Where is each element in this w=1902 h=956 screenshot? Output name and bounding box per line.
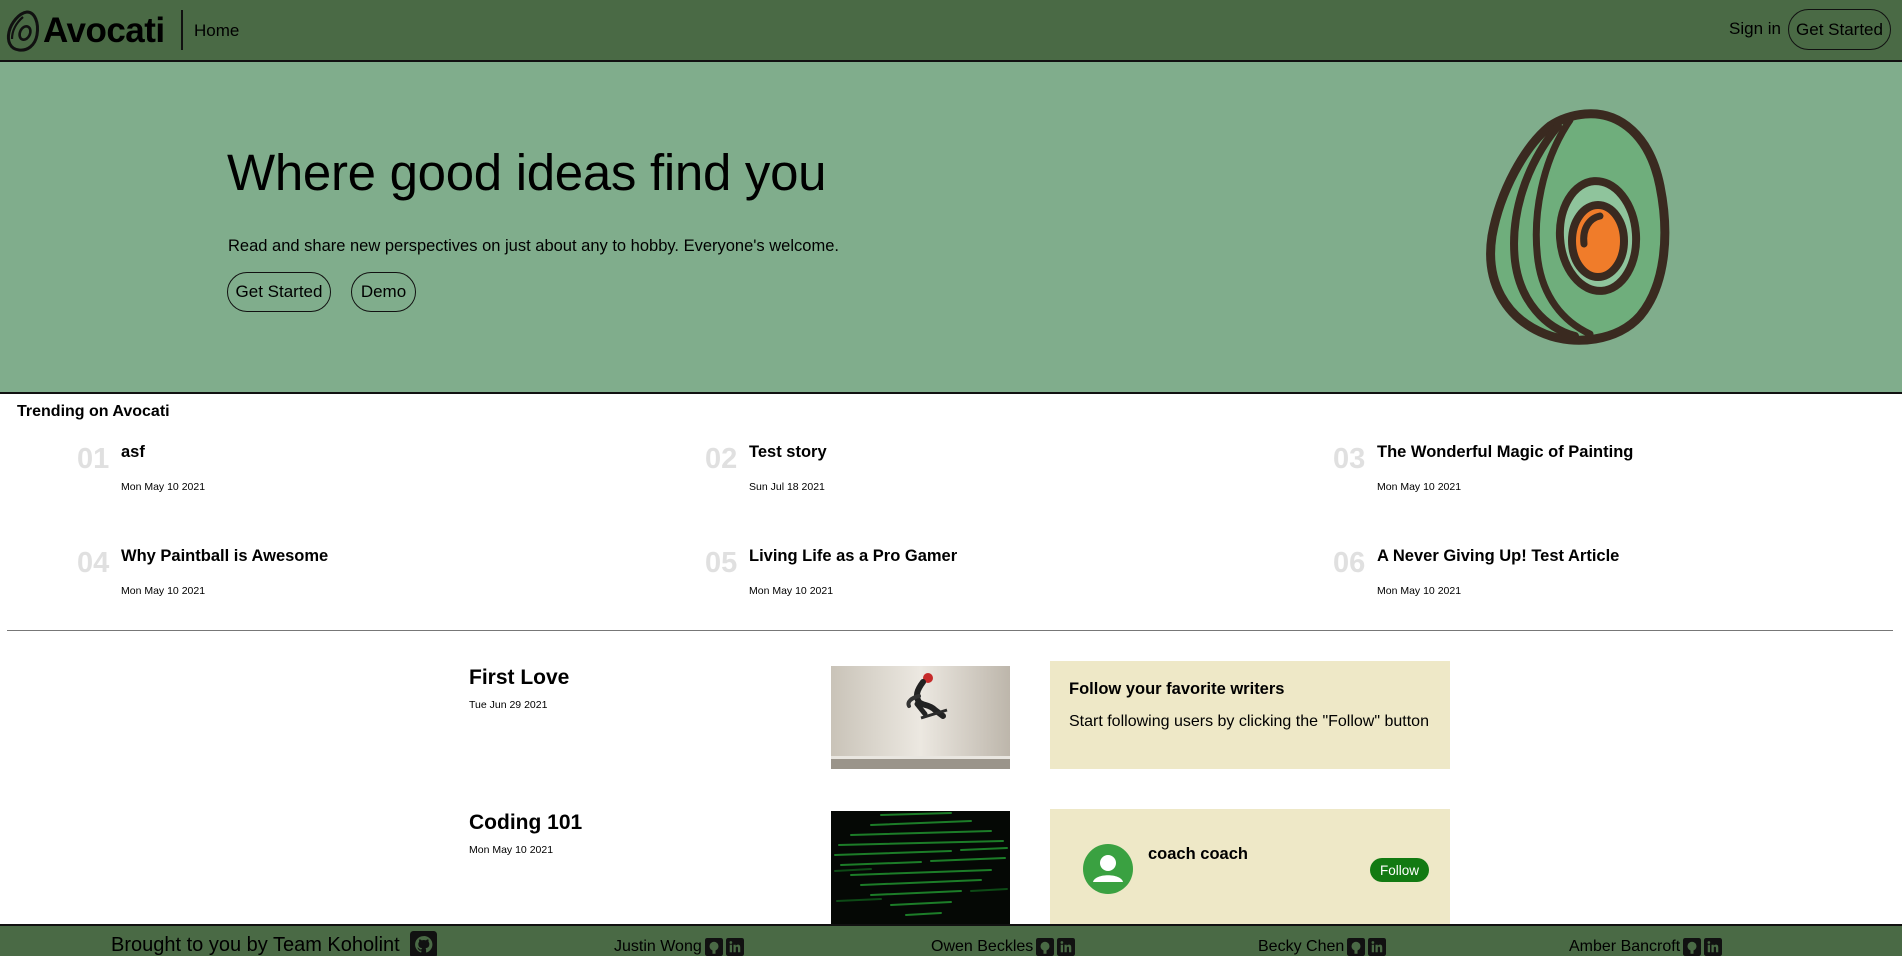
trending-item[interactable]: 03 The Wonderful Magic of Painting Mon M… bbox=[1333, 443, 1893, 513]
footer-brand: Brought to you by Team Koholint bbox=[111, 934, 400, 956]
avocado-logo-icon bbox=[6, 10, 39, 52]
footer-person-name: Owen Beckles bbox=[931, 938, 1034, 955]
trending-item-title[interactable]: A Never Giving Up! Test Article bbox=[1377, 547, 1619, 566]
linkedin-icon[interactable] bbox=[1057, 938, 1076, 956]
story-thumbnail[interactable] bbox=[831, 811, 1010, 924]
trending-item-title[interactable]: Why Paintball is Awesome bbox=[121, 547, 328, 566]
code-screen-photo bbox=[831, 811, 1010, 924]
footer-person-name: Justin Wong bbox=[614, 938, 702, 955]
trending-title: Trending on Avocati bbox=[17, 403, 170, 420]
section-divider bbox=[7, 630, 1893, 631]
github-icon[interactable] bbox=[1347, 938, 1366, 956]
trending-item[interactable]: 01 asf Mon May 10 2021 bbox=[77, 443, 637, 513]
github-icon[interactable] bbox=[1683, 938, 1702, 956]
nav-divider bbox=[181, 10, 183, 50]
trending-item-date: Mon May 10 2021 bbox=[121, 585, 206, 597]
follow-button[interactable]: Follow bbox=[1370, 858, 1429, 882]
trending-number: 02 bbox=[705, 443, 738, 475]
avocado-illustration-icon bbox=[1486, 109, 1670, 345]
top-navbar: Avocati Home Sign in Get Started bbox=[0, 0, 1902, 62]
logo[interactable]: Avocati bbox=[5, 9, 165, 53]
linkedin-icon[interactable] bbox=[1704, 938, 1723, 956]
linkedin-icon[interactable] bbox=[725, 938, 744, 956]
story-title[interactable]: First Love bbox=[469, 666, 569, 690]
skateboard-photo bbox=[831, 666, 1010, 769]
logo-text: Avocati bbox=[43, 11, 165, 50]
trending-item-title[interactable]: The Wonderful Magic of Painting bbox=[1377, 443, 1633, 462]
trending-number: 01 bbox=[77, 443, 110, 475]
hero-banner: Where good ideas find you Read and share… bbox=[0, 62, 1902, 394]
trending-item[interactable]: 05 Living Life as a Pro Gamer Mon May 10… bbox=[705, 547, 1265, 617]
footer-person: Becky Chen bbox=[1258, 938, 1387, 956]
hero-title: Where good ideas find you bbox=[227, 144, 827, 201]
trending-item-title[interactable]: asf bbox=[121, 443, 145, 462]
hero-get-started-button[interactable]: Get Started bbox=[227, 272, 331, 312]
user-icon bbox=[1093, 855, 1123, 882]
trending-item-date: Mon May 10 2021 bbox=[1377, 585, 1462, 597]
story-date: Tue Jun 29 2021 bbox=[469, 699, 548, 711]
trending-item-date: Sun Jul 18 2021 bbox=[749, 481, 825, 493]
hero-subtitle: Read and share new perspectives on just … bbox=[228, 237, 839, 255]
nav-get-started-button[interactable]: Get Started bbox=[1788, 9, 1891, 50]
trending-number: 05 bbox=[705, 547, 738, 579]
trending-item-title[interactable]: Test story bbox=[749, 443, 827, 462]
story-title[interactable]: Coding 101 bbox=[469, 811, 582, 835]
github-icon[interactable] bbox=[410, 931, 437, 956]
follow-writers-card: Follow your favorite writers Start follo… bbox=[1050, 661, 1450, 769]
demo-button[interactable]: Demo bbox=[351, 272, 416, 312]
trending-item-date: Mon May 10 2021 bbox=[121, 481, 206, 493]
github-icon[interactable] bbox=[1036, 938, 1055, 956]
follow-writers-text: Start following users by clicking the "F… bbox=[1069, 713, 1429, 730]
user-name[interactable]: coach coach bbox=[1148, 845, 1248, 864]
trending-number: 04 bbox=[77, 547, 110, 579]
footer-person: Justin Wong bbox=[614, 938, 744, 956]
avatar[interactable] bbox=[1083, 844, 1133, 894]
trending-item-date: Mon May 10 2021 bbox=[1377, 481, 1462, 493]
suggested-user-card: coach coach Follow bbox=[1050, 809, 1450, 924]
footer-person: Amber Bancroft bbox=[1569, 938, 1723, 956]
follow-writers-heading: Follow your favorite writers bbox=[1069, 680, 1285, 698]
sign-in-link[interactable]: Sign in bbox=[1729, 19, 1781, 39]
nav-home-link[interactable]: Home bbox=[194, 21, 239, 41]
story-thumbnail[interactable] bbox=[831, 666, 1010, 769]
trending-number: 03 bbox=[1333, 443, 1366, 475]
trending-number: 06 bbox=[1333, 547, 1366, 579]
trending-item-title[interactable]: Living Life as a Pro Gamer bbox=[749, 547, 957, 566]
linkedin-icon[interactable] bbox=[1368, 938, 1387, 956]
github-icon[interactable] bbox=[704, 938, 723, 956]
footer-person-name: Amber Bancroft bbox=[1569, 938, 1681, 955]
footer: Brought to you by Team Koholint Justin W… bbox=[0, 924, 1902, 956]
footer-person: Owen Beckles bbox=[931, 938, 1076, 956]
trending-item-date: Mon May 10 2021 bbox=[749, 585, 834, 597]
trending-item[interactable]: 04 Why Paintball is Awesome Mon May 10 2… bbox=[77, 547, 637, 617]
story-date: Mon May 10 2021 bbox=[469, 844, 554, 856]
trending-item[interactable]: 02 Test story Sun Jul 18 2021 bbox=[705, 443, 1265, 513]
footer-person-name: Becky Chen bbox=[1258, 938, 1345, 955]
trending-item[interactable]: 06 A Never Giving Up! Test Article Mon M… bbox=[1333, 547, 1893, 617]
